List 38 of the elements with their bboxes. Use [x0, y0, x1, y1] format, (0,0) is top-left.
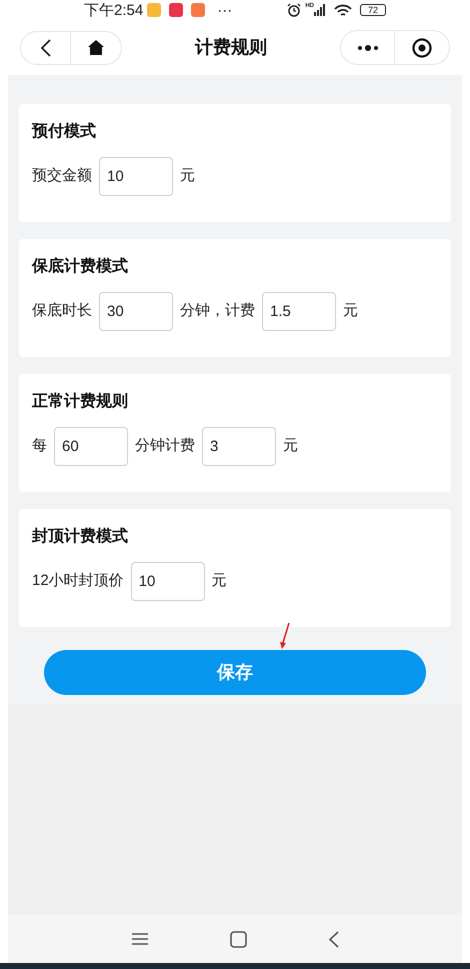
field-label: 分钟计费 [135, 436, 195, 456]
input-field[interactable]: 1.5 [262, 292, 336, 331]
target-icon [412, 38, 432, 58]
wifi-icon [334, 4, 352, 16]
signal-icon [314, 4, 326, 16]
menu-icon[interactable] [132, 932, 148, 946]
app-notification-icon [147, 3, 162, 17]
input-field[interactable]: 10 [130, 562, 205, 601]
annotation-arrow [279, 622, 291, 650]
battery-indicator: 72 [360, 4, 386, 16]
input-field[interactable]: 10 [99, 157, 173, 196]
field-label: 元 [283, 436, 298, 456]
more-notifications: ··· [217, 2, 232, 18]
field-label: 预交金额 [32, 166, 92, 186]
input-field[interactable]: 60 [54, 427, 128, 466]
back-icon [40, 38, 50, 56]
home-icon [87, 39, 105, 56]
field-label: 分钟，计费 [180, 301, 255, 322]
field-label: 保底时长 [32, 301, 92, 322]
input-field[interactable]: 3 [202, 427, 276, 466]
page-title: 计费规则 [194, 36, 268, 59]
field-label: 元 [343, 301, 358, 322]
field-label: 元 [180, 166, 195, 186]
status-time: 下午2:54 [84, 2, 144, 18]
input-field[interactable]: 30 [99, 292, 173, 331]
home-nav-icon[interactable] [230, 930, 246, 948]
section-title: 封顶计费模式 [32, 526, 129, 547]
field-label: 元 [212, 571, 227, 592]
field-label: 12小时封顶价 [32, 571, 124, 592]
section-title: 预付模式 [32, 122, 97, 142]
section-title: 正常计费规则 [32, 392, 129, 412]
back-nav-icon[interactable] [328, 930, 338, 948]
field-label: 每 [32, 436, 47, 456]
more-icon [356, 44, 378, 50]
section-title: 保底计费模式 [32, 256, 129, 277]
app-notification-icon [191, 3, 206, 17]
app-notification-icon [169, 3, 184, 17]
alarm-icon [287, 3, 302, 17]
